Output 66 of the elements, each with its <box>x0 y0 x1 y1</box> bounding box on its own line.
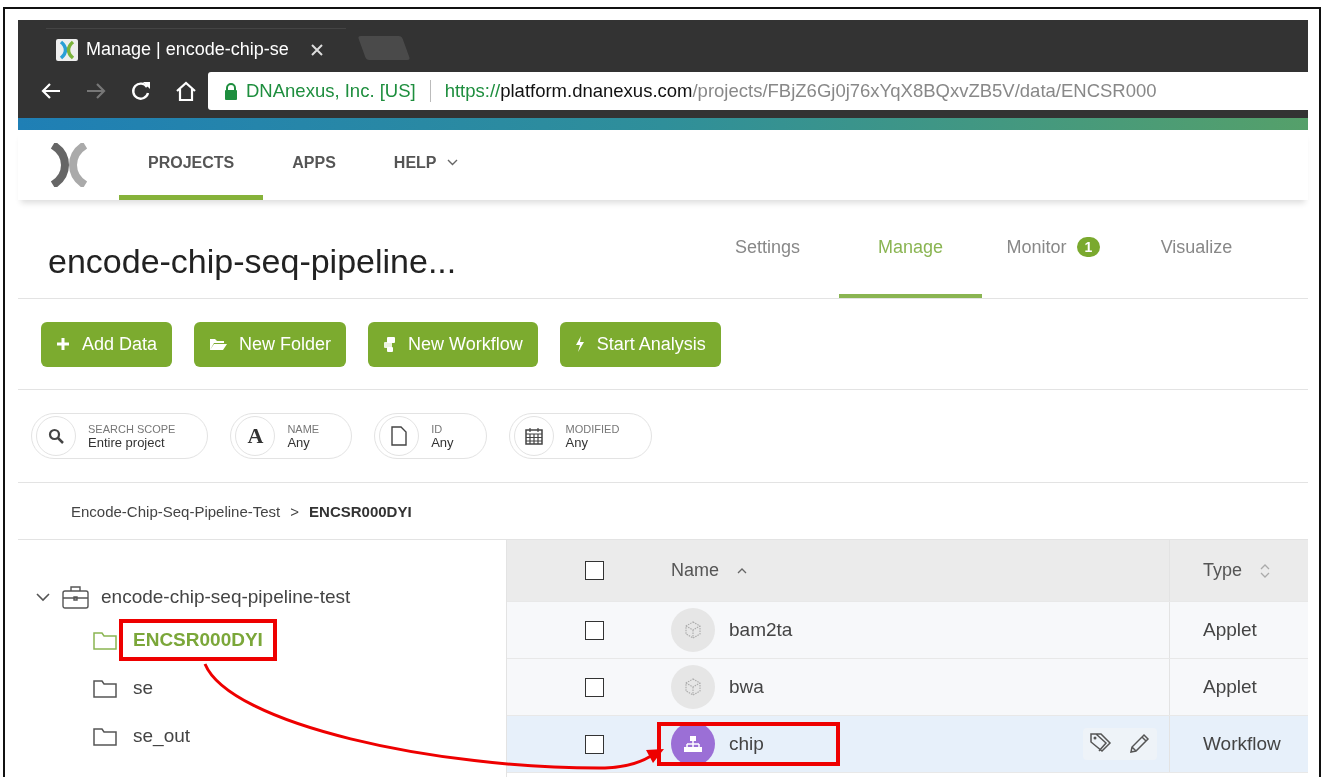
tab-title: Manage | encode-chip-se <box>86 39 289 60</box>
calendar-icon <box>524 427 543 445</box>
table-row[interactable]: bwa Applet <box>507 659 1308 716</box>
file-type: Applet <box>1203 676 1257 698</box>
cube-avatar-icon <box>671 665 715 709</box>
workflow-icon <box>383 336 397 352</box>
folder-icon <box>93 678 117 698</box>
column-header[interactable]: Type <box>1203 560 1243 581</box>
folder-icon <box>93 630 117 650</box>
tree-item[interactable]: se <box>119 667 168 709</box>
tree-item[interactable]: encode-chip-seq-pipeline-test <box>101 586 351 608</box>
filter-value: Any <box>431 434 454 450</box>
column-header[interactable]: Name <box>671 560 719 581</box>
url-text: https://platform.dnanexus.com/projects/FBjZ6Gj0j76xYqX8BQxvZB5V/data/ENCSR000 <box>444 80 1157 102</box>
table-row[interactable]: bam2ta Applet <box>507 602 1308 659</box>
nav-item[interactable]: PROJECTS <box>119 130 264 200</box>
nav-item[interactable]: APPS <box>263 130 365 200</box>
table-row[interactable]: chip Workflow <box>507 716 1308 773</box>
filter-value: Entire project <box>88 434 166 450</box>
x-logo-icon <box>56 38 78 61</box>
count-badge: 1 <box>1076 237 1101 257</box>
document-icon <box>391 426 408 446</box>
project-tab[interactable]: Settings <box>696 210 839 298</box>
project-tab[interactable]: Monitor 1 <box>982 210 1125 298</box>
breadcrumb-item: ENCSR000DYI <box>309 502 412 520</box>
close-icon[interactable] <box>310 43 323 56</box>
checkbox[interactable] <box>584 561 604 580</box>
lightning-icon <box>574 336 585 352</box>
file-type: Applet <box>1203 619 1257 641</box>
sort-ascending-icon[interactable] <box>737 567 747 574</box>
plus-icon <box>56 337 70 351</box>
folder-icon <box>209 337 228 351</box>
file-name[interactable]: bam2ta <box>671 612 793 648</box>
breadcrumb-separator: > <box>290 502 300 520</box>
briefcase-icon <box>62 585 89 609</box>
address-bar[interactable]: DNAnexus, Inc. [US] https://platform.dnanexus.com/projects/FBjZ6Gj0j76xYqX8BQxvZB5V/data/ENCSR000 <box>208 72 1308 110</box>
filter-label: ID <box>431 422 444 435</box>
project-title: encode-chip-seq-pipeline... <box>47 241 458 282</box>
forward-icon[interactable] <box>85 82 106 100</box>
x-logo-icon[interactable] <box>48 143 89 187</box>
back-icon[interactable] <box>40 82 61 100</box>
lock-icon <box>224 82 238 100</box>
filter-value: Any <box>287 434 311 450</box>
file-type: Workflow <box>1203 733 1281 755</box>
reload-icon[interactable] <box>130 81 151 101</box>
letter-icon: A <box>247 423 264 449</box>
search-icon <box>48 428 64 444</box>
cube-avatar-icon <box>671 608 715 652</box>
checkbox[interactable] <box>584 677 604 697</box>
pencil-icon[interactable] <box>1127 732 1151 756</box>
file-name[interactable]: bwa <box>671 669 764 705</box>
filter-label: NAME <box>287 422 320 435</box>
site-identity: DNAnexus, Inc. [US] <box>246 80 416 102</box>
nav-item[interactable]: HELP <box>364 130 487 200</box>
tree-item[interactable]: se_out <box>119 715 205 757</box>
checkbox[interactable] <box>584 734 604 754</box>
filter-value: Any <box>565 434 589 450</box>
folder-icon <box>93 726 117 746</box>
breadcrumb-item[interactable]: Encode-Chip-Seq-Pipeline-Test <box>71 502 281 520</box>
home-icon[interactable] <box>174 81 197 101</box>
filter-label: MODIFIED <box>565 422 620 435</box>
filter-label: SEARCH SCOPE <box>88 422 176 435</box>
project-tab[interactable]: Visualize <box>1125 210 1268 298</box>
file-name[interactable]: chip <box>661 726 836 762</box>
chevron-down-icon[interactable] <box>36 592 50 602</box>
checkbox[interactable] <box>584 620 604 640</box>
